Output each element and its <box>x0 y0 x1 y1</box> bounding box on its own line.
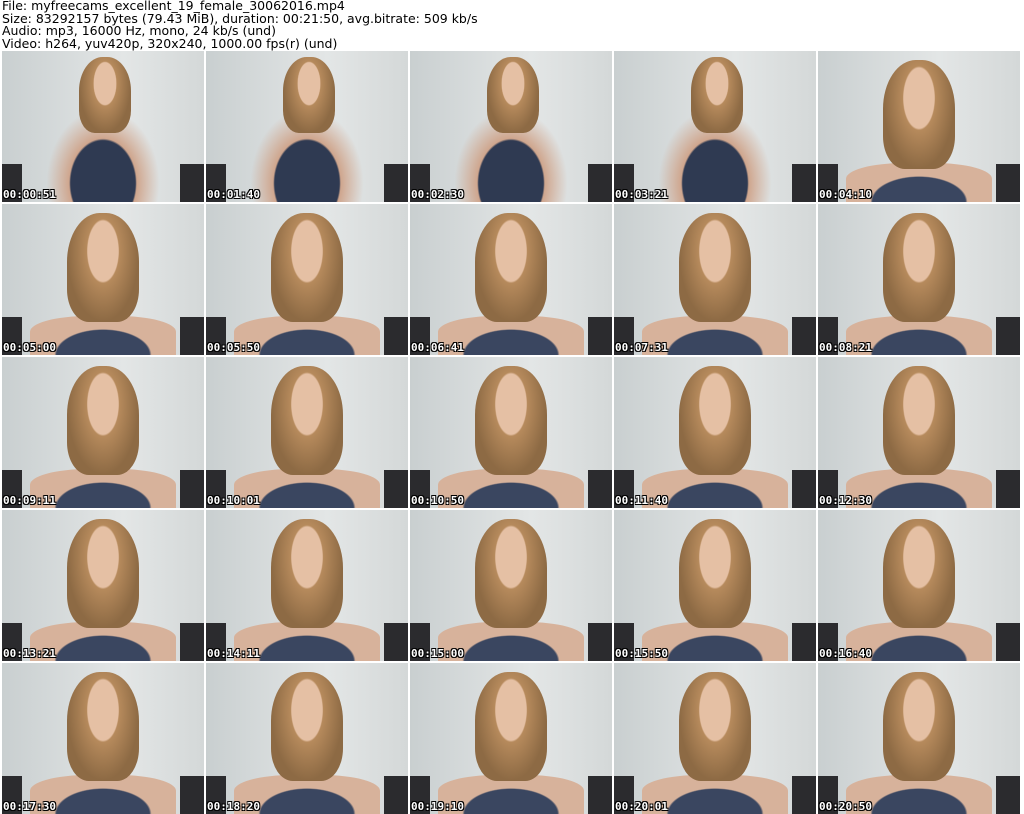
person-head <box>78 57 132 133</box>
timestamp: 00:18:20 <box>207 800 260 813</box>
person-head <box>678 519 752 628</box>
video-thumbnail: 00:01:40 <box>206 51 408 202</box>
person-head <box>882 213 956 322</box>
video-thumbnail: 00:13:21 <box>2 510 204 661</box>
timestamp: 00:01:40 <box>207 188 260 201</box>
person-head <box>282 57 336 133</box>
video-thumbnail: 00:15:50 <box>614 510 816 661</box>
file-info-header: File: myfreecams_excellent_19_female_300… <box>2 0 478 50</box>
video-thumbnail: 00:03:21 <box>614 51 816 202</box>
person-head <box>474 519 548 628</box>
timestamp: 00:09:11 <box>3 494 56 507</box>
video-thumbnail: 00:08:21 <box>818 204 1020 355</box>
video-thumbnail: 00:11:40 <box>614 357 816 508</box>
timestamp: 00:11:40 <box>615 494 668 507</box>
video-thumbnail: 00:16:40 <box>818 510 1020 661</box>
video-thumbnail: 00:02:30 <box>410 51 612 202</box>
timestamp: 00:17:30 <box>3 800 56 813</box>
person-head <box>678 213 752 322</box>
video-thumbnail: 00:10:50 <box>410 357 612 508</box>
timestamp: 00:08:21 <box>819 341 872 354</box>
timestamp: 00:02:30 <box>411 188 464 201</box>
timestamp: 00:13:21 <box>3 647 56 660</box>
timestamp: 00:12:30 <box>819 494 872 507</box>
video-info: Video: h264, yuv420p, 320x240, 1000.00 f… <box>2 35 338 51</box>
video-thumbnail: 00:00:51 <box>2 51 204 202</box>
timestamp: 00:19:10 <box>411 800 464 813</box>
person-head <box>66 213 140 322</box>
timestamp: 00:20:01 <box>615 800 668 813</box>
person-head <box>678 672 752 781</box>
person-head <box>270 519 344 628</box>
person-head <box>474 672 548 781</box>
video-thumbnail: 00:10:01 <box>206 357 408 508</box>
person-head <box>486 57 540 133</box>
video-thumbnail: 00:07:31 <box>614 204 816 355</box>
video-thumbnail: 00:17:30 <box>2 663 204 814</box>
video-thumbnail: 00:19:10 <box>410 663 612 814</box>
timestamp: 00:15:00 <box>411 647 464 660</box>
timestamp: 00:05:00 <box>3 341 56 354</box>
person-head <box>690 57 744 133</box>
video-thumbnail: 00:15:00 <box>410 510 612 661</box>
person-head <box>270 672 344 781</box>
video-thumbnail: 00:14:11 <box>206 510 408 661</box>
timestamp: 00:14:11 <box>207 647 260 660</box>
timestamp: 00:05:50 <box>207 341 260 354</box>
person-head <box>882 60 956 169</box>
person-head <box>882 366 956 475</box>
person-head <box>66 672 140 781</box>
person-head <box>66 519 140 628</box>
person-head <box>270 366 344 475</box>
video-thumbnail: 00:12:30 <box>818 357 1020 508</box>
timestamp: 00:15:50 <box>615 647 668 660</box>
thumbnail-grid: 00:00:51 00:01:40 00:02:30 00:03:21 00:04:10… <box>2 51 1020 814</box>
video-thumbnail: 00:05:50 <box>206 204 408 355</box>
timestamp: 00:10:01 <box>207 494 260 507</box>
timestamp: 00:00:51 <box>3 188 56 201</box>
timestamp: 00:10:50 <box>411 494 464 507</box>
timestamp: 00:03:21 <box>615 188 668 201</box>
timestamp: 00:07:31 <box>615 341 668 354</box>
video-thumbnail: 00:18:20 <box>206 663 408 814</box>
person-head <box>474 213 548 322</box>
video-thumbnail: 00:20:01 <box>614 663 816 814</box>
person-head <box>678 366 752 475</box>
timestamp: 00:06:41 <box>411 341 464 354</box>
person-head <box>474 366 548 475</box>
person-head <box>66 366 140 475</box>
video-thumbnail: 00:20:50 <box>818 663 1020 814</box>
video-thumbnail: 00:09:11 <box>2 357 204 508</box>
person-head <box>882 672 956 781</box>
video-thumbnail: 00:04:10 <box>818 51 1020 202</box>
timestamp: 00:16:40 <box>819 647 872 660</box>
video-thumbnail: 00:05:00 <box>2 204 204 355</box>
person-head <box>882 519 956 628</box>
timestamp: 00:04:10 <box>819 188 872 201</box>
timestamp: 00:20:50 <box>819 800 872 813</box>
video-thumbnail: 00:06:41 <box>410 204 612 355</box>
person-head <box>270 213 344 322</box>
